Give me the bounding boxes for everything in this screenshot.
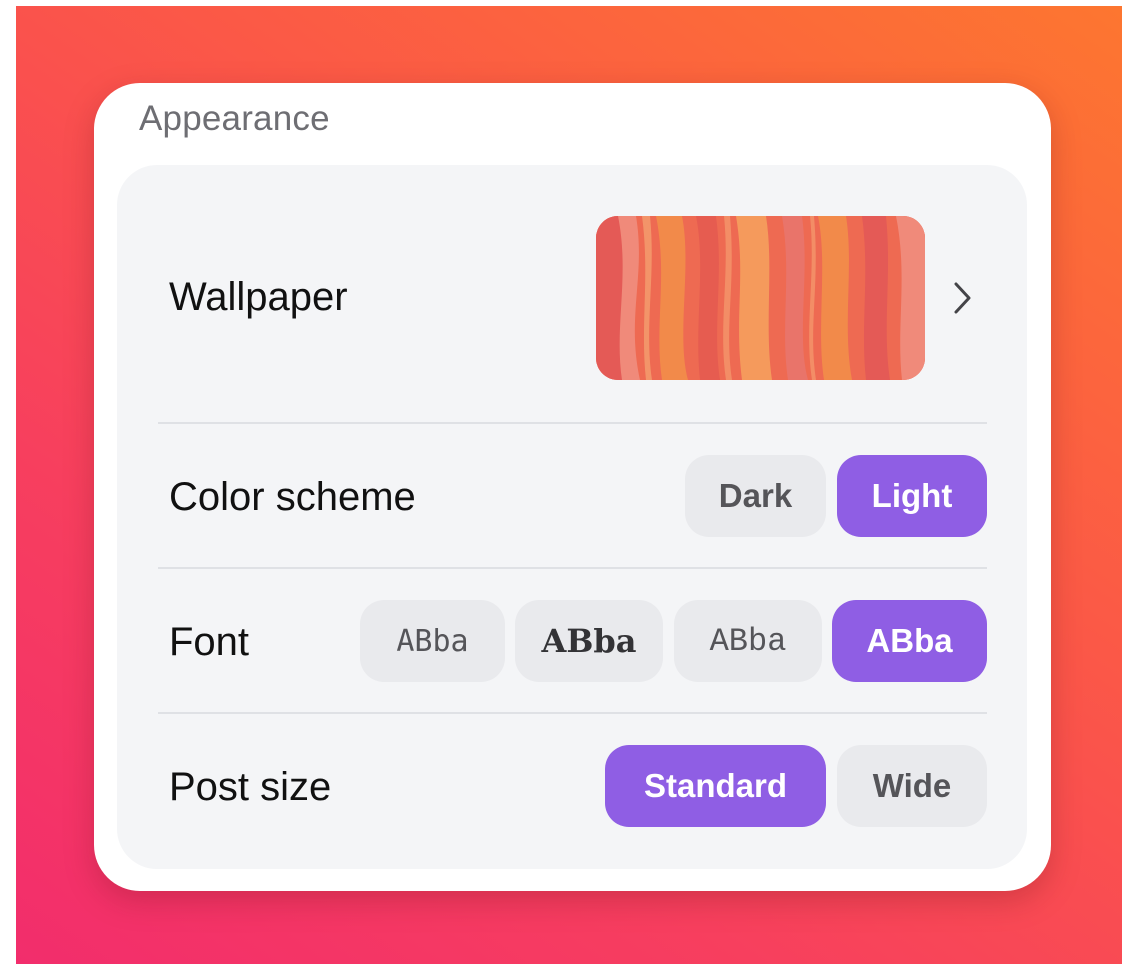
card-title: Appearance xyxy=(139,99,330,138)
wallpaper-thumbnail[interactable] xyxy=(596,216,925,380)
divider xyxy=(158,422,987,424)
color-scheme-label: Color scheme xyxy=(169,475,416,519)
font-option-typewriter[interactable]: ABba xyxy=(674,600,822,682)
post-size-label: Post size xyxy=(169,765,332,809)
font-label: Font xyxy=(169,620,250,664)
settings-panel: Wallpaper Color scheme Dark Light Font A… xyxy=(117,165,1027,869)
wallpaper-preview-image xyxy=(596,216,925,380)
font-option-sans[interactable]: ABba xyxy=(832,600,987,682)
divider xyxy=(158,712,987,714)
post-size-standard-option[interactable]: Standard xyxy=(605,745,826,827)
color-scheme-light-option[interactable]: Light xyxy=(837,455,987,537)
font-option-mono[interactable]: ABba xyxy=(360,600,505,682)
wallpaper-label: Wallpaper xyxy=(169,275,348,319)
chevron-right-icon[interactable] xyxy=(952,280,974,316)
divider xyxy=(158,567,987,569)
post-size-wide-option[interactable]: Wide xyxy=(837,745,987,827)
appearance-card: Appearance Wallpaper Color scheme Dark L… xyxy=(94,83,1051,891)
color-scheme-dark-option[interactable]: Dark xyxy=(685,455,826,537)
font-option-serif[interactable]: ABba xyxy=(515,600,663,682)
